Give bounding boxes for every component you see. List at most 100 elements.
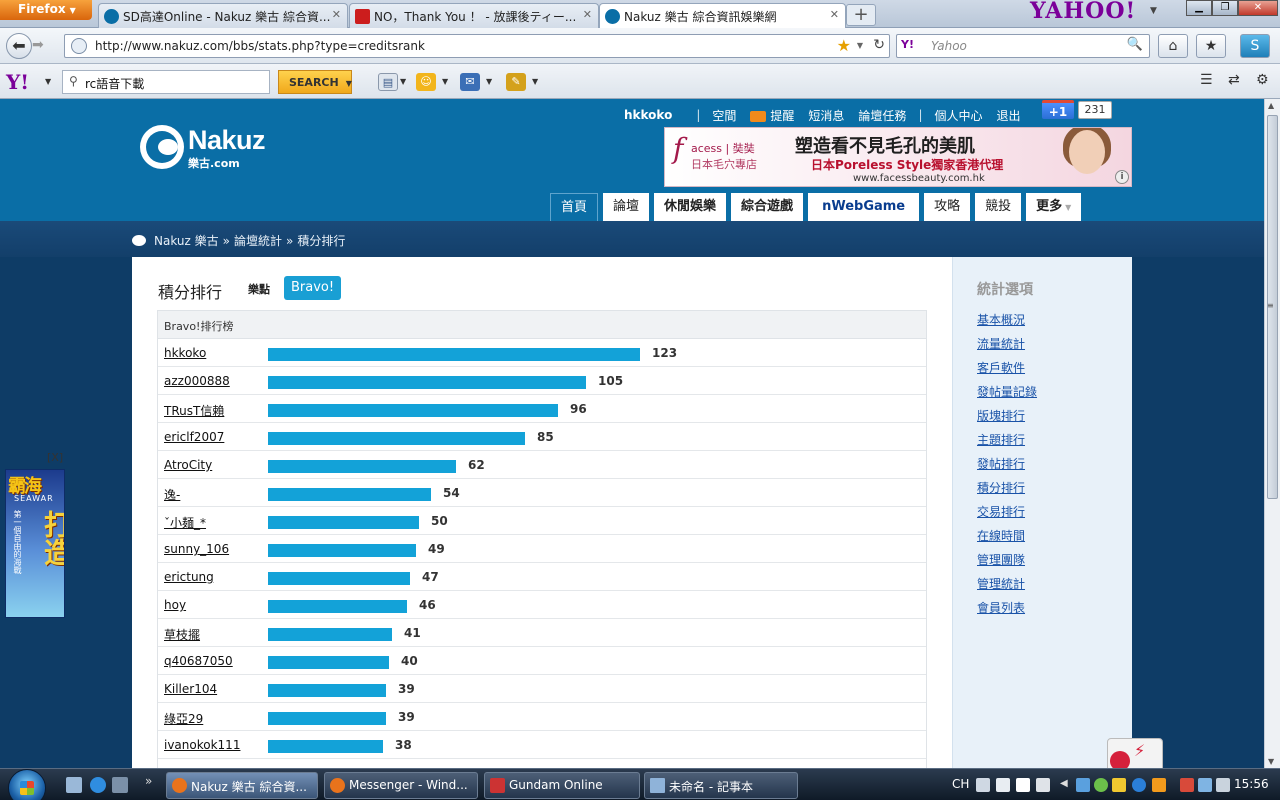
- user-link-messages[interactable]: 短消息: [808, 107, 844, 124]
- notification-link[interactable]: 提醒: [750, 107, 794, 124]
- user-name-link[interactable]: TRusT信賴: [164, 402, 224, 419]
- url-bar[interactable]: http://www.nakuz.com/bbs/stats.php?type=…: [64, 34, 890, 58]
- browser-search-box[interactable]: Y! Yahoo 🔍: [896, 34, 1150, 58]
- network-icon[interactable]: [1076, 778, 1090, 792]
- show-desktop-icon[interactable]: [66, 777, 82, 793]
- nav-more[interactable]: 更多 ▼: [1026, 193, 1082, 221]
- user-name-link[interactable]: 草枝擺: [164, 626, 200, 643]
- user-name-link[interactable]: sunny_106: [164, 542, 229, 556]
- sidebar-link-online-time[interactable]: 在線時間: [977, 527, 1037, 551]
- list-icon[interactable]: ☰: [1200, 72, 1213, 88]
- user-link-logout[interactable]: 退出: [997, 107, 1021, 124]
- user-name-link[interactable]: ericlf2007: [164, 430, 224, 444]
- yahoo-search-button[interactable]: SEARCH ▼: [278, 70, 352, 94]
- sidebar-link-thread-rank[interactable]: 主題排行: [977, 431, 1037, 455]
- font-icon[interactable]: [996, 778, 1010, 792]
- history-dropdown-icon[interactable]: ▼: [857, 41, 863, 50]
- task-notepad[interactable]: 未命名 - 記事本: [644, 772, 798, 799]
- user-name-link[interactable]: azz000888: [164, 374, 230, 388]
- switch-windows-icon[interactable]: [112, 777, 128, 793]
- vertical-scrollbar[interactable]: ▲ ≡ ▼: [1264, 99, 1280, 768]
- clock[interactable]: 15:56: [1234, 777, 1269, 791]
- task-firefox-messenger[interactable]: Messenger - Wind...: [324, 772, 478, 799]
- bluetooth-icon[interactable]: [1132, 778, 1146, 792]
- google-plusone-button[interactable]: +1: [1042, 100, 1074, 119]
- user-name-link[interactable]: erictung: [164, 570, 214, 584]
- quicklaunch-more-icon[interactable]: »: [145, 774, 152, 788]
- user-name-link[interactable]: AtroCity: [164, 458, 212, 472]
- language-indicator[interactable]: CH: [952, 777, 969, 791]
- sidebar-link-members[interactable]: 會員列表: [977, 599, 1037, 623]
- restore-icon[interactable]: ❐: [1212, 0, 1238, 16]
- display-icon[interactable]: [1198, 778, 1212, 792]
- task-gundam-online[interactable]: Gundam Online: [484, 772, 640, 799]
- side-ad-close-button[interactable]: [X]: [47, 451, 63, 464]
- nav-guides[interactable]: 攻略: [924, 193, 971, 221]
- back-button[interactable]: ⬅: [6, 33, 32, 59]
- tab-bravo[interactable]: Bravo!: [284, 276, 342, 300]
- sidebar-link-trade-rank[interactable]: 交易排行: [977, 503, 1037, 527]
- side-ad-seawar[interactable]: 霸海 SEAWAR 第一個自由的海戰 打造: [5, 469, 65, 618]
- search-icon[interactable]: 🔍: [1127, 37, 1143, 52]
- bookmark-star-icon[interactable]: ★: [837, 36, 851, 55]
- site-identity-icon[interactable]: [71, 38, 87, 54]
- browser-tab-youtube[interactable]: NO，Thank You ！ - 放課後ティー... ✕: [349, 3, 599, 28]
- sidebar-link-clients[interactable]: 客戶軟件: [977, 359, 1037, 383]
- breadcrumb-stats[interactable]: 論壇統計: [234, 234, 282, 248]
- nav-home[interactable]: 首頁: [550, 193, 599, 221]
- start-button[interactable]: [8, 769, 46, 800]
- nav-games[interactable]: 綜合遊戲: [731, 193, 804, 221]
- reload-icon[interactable]: ↻: [873, 37, 885, 53]
- sidebar-link-team[interactable]: 管理團隊: [977, 551, 1037, 575]
- nav-leisure[interactable]: 休閒娛樂: [654, 193, 727, 221]
- gear-icon[interactable]: ⚙: [1256, 72, 1269, 88]
- chevron-down-icon[interactable]: ▼: [400, 77, 406, 86]
- close-tab-icon[interactable]: ✕: [830, 8, 839, 21]
- tray-expand-icon[interactable]: ◀: [1060, 778, 1074, 792]
- breadcrumb-home[interactable]: Nakuz 樂古: [154, 234, 219, 248]
- ad-info-icon[interactable]: i: [1115, 170, 1129, 184]
- messenger-icon[interactable]: ☺: [416, 73, 436, 91]
- chevron-down-icon[interactable]: ▼: [45, 77, 51, 86]
- user-link-space[interactable]: 空間: [712, 107, 736, 124]
- task-firefox-nakuz[interactable]: Nakuz 樂古 綜合資...: [166, 772, 318, 799]
- ime-settings-icon[interactable]: [1036, 778, 1050, 792]
- close-tab-icon[interactable]: ✕: [332, 8, 341, 21]
- sidebar-link-overview[interactable]: 基本概況: [977, 311, 1037, 335]
- chevron-down-icon[interactable]: ▼: [486, 77, 492, 86]
- close-window-icon[interactable]: ✕: [1238, 0, 1278, 16]
- mail-icon[interactable]: ✉: [460, 73, 480, 91]
- user-name-link[interactable]: 綠亞29: [164, 710, 203, 727]
- sidebar-link-post-records[interactable]: 發帖量記錄: [977, 383, 1037, 407]
- new-tab-button[interactable]: +: [846, 4, 876, 26]
- minimize-icon[interactable]: ▁: [1186, 0, 1212, 16]
- corner-widget[interactable]: ⚡: [1107, 738, 1163, 771]
- user-link-profile[interactable]: 個人中心: [934, 107, 982, 124]
- user-name-link[interactable]: hoy: [164, 598, 186, 612]
- user-name-link[interactable]: hkkoko: [164, 346, 206, 360]
- site-logo[interactable]: Nakuz 樂古.com: [140, 125, 280, 173]
- nav-nwebgame[interactable]: nWebGame: [808, 193, 920, 221]
- user-name-link[interactable]: ivanokok111: [164, 738, 240, 752]
- messenger-tray-icon[interactable]: [1094, 778, 1108, 792]
- user-link-tasks[interactable]: 論壇任務: [858, 107, 906, 124]
- key-icon[interactable]: [1112, 778, 1126, 792]
- safely-remove-icon[interactable]: [1180, 778, 1194, 792]
- sidebar-link-credits-rank[interactable]: 積分排行: [977, 479, 1037, 503]
- yahoo-engine-icon[interactable]: Y!: [901, 38, 914, 51]
- volume-icon[interactable]: [1216, 778, 1230, 792]
- nav-forum[interactable]: 論壇: [603, 193, 650, 221]
- user-name-link[interactable]: 逸-: [164, 486, 180, 503]
- bookmark-icon[interactable]: ▤: [378, 73, 398, 91]
- swap-icon[interactable]: ⇄: [1228, 72, 1240, 88]
- user-name-link[interactable]: q40687050: [164, 654, 233, 668]
- sidebar-link-post-rank[interactable]: 發帖排行: [977, 455, 1037, 479]
- bookmarks-menu-icon[interactable]: ★: [1196, 34, 1226, 58]
- close-tab-icon[interactable]: ✕: [583, 8, 592, 21]
- username-link[interactable]: hkkoko: [624, 108, 672, 122]
- browser-tab-nakuz[interactable]: Nakuz 樂古 綜合資訊娛樂網 ✕: [599, 3, 846, 29]
- ad-banner[interactable]: f acess | 奘奘 日本毛穴專店 塑造看不見毛孔的美肌 日本Poreles…: [664, 127, 1132, 187]
- notepad-icon[interactable]: ✎: [506, 73, 526, 91]
- forward-button[interactable]: ➡: [32, 37, 56, 55]
- skype-icon[interactable]: S: [1240, 34, 1270, 58]
